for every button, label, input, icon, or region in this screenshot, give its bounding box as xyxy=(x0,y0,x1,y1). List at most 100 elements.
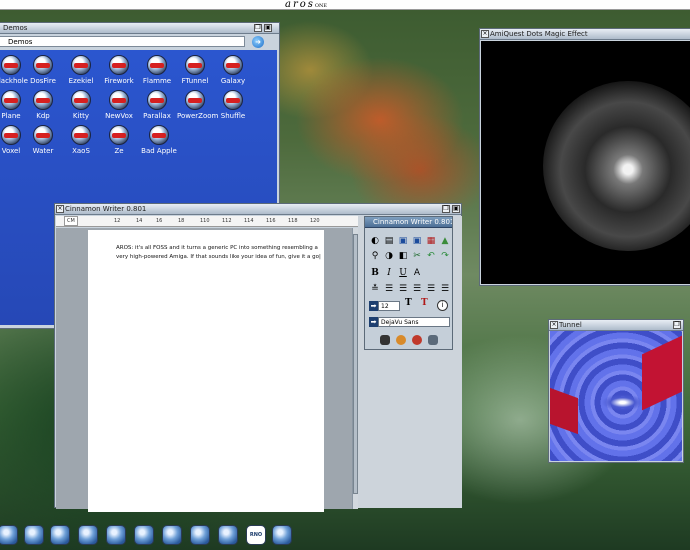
path-field[interactable]: Demos xyxy=(0,36,245,47)
disk-icon xyxy=(33,90,53,110)
demo-icon-xaos[interactable]: XaoS xyxy=(63,125,99,155)
rno-icon[interactable]: RNO xyxy=(246,525,266,545)
font-color-button[interactable]: A xyxy=(411,267,423,279)
new-document-icon[interactable]: ◐ xyxy=(369,235,381,247)
ruler-mark: 18 xyxy=(178,218,185,224)
demos-window-title: Demos xyxy=(3,24,28,32)
game-icon[interactable] xyxy=(190,525,210,545)
font-name-arrow-icon[interactable]: ➡ xyxy=(369,317,378,327)
disk-icon xyxy=(185,90,205,110)
copy-icon[interactable]: ◧ xyxy=(397,250,409,262)
effect-canvas xyxy=(481,41,690,284)
writer-toolbar-window[interactable]: Cinnamon Writer 0.801 ◐ ▤ ▣ ▣ ▦ ▲ ⚲ ◑ ◧ … xyxy=(364,216,453,350)
demo-icon-kdp[interactable]: Kdp xyxy=(25,90,61,120)
align-left-icon[interactable]: ☰ xyxy=(383,283,395,295)
shell-icon[interactable] xyxy=(50,525,70,545)
close-button[interactable]: × xyxy=(481,30,489,38)
close-button[interactable]: × xyxy=(550,321,558,329)
close-button[interactable]: × xyxy=(56,205,64,213)
disk-icon xyxy=(109,90,129,110)
abc-icon[interactable] xyxy=(428,335,438,345)
underline-button[interactable]: U xyxy=(397,267,409,279)
demos-window-titlebar[interactable]: Demos xyxy=(0,23,279,34)
indent-icon[interactable]: ☰ xyxy=(439,283,451,295)
bold-button[interactable]: B xyxy=(369,267,381,279)
depth-button[interactable]: ❐ xyxy=(673,321,681,329)
effect-window-titlebar[interactable]: AmiQuest Dots Magic Effect xyxy=(480,29,690,40)
disk-icon xyxy=(1,90,21,110)
italic-button[interactable]: I xyxy=(383,267,395,279)
justify-icon[interactable]: ☰ xyxy=(425,283,437,295)
font-size-arrow-icon[interactable]: ➡ xyxy=(369,301,378,311)
save-as-icon[interactable]: ▣ xyxy=(411,235,423,247)
search-icon[interactable]: ⚲ xyxy=(369,250,381,262)
disk-icon xyxy=(1,125,21,145)
drive-icon[interactable] xyxy=(0,525,18,545)
tunnel-window-titlebar[interactable]: Tunnel xyxy=(549,320,683,331)
paste-icon[interactable]: ◑ xyxy=(383,250,395,262)
disk-icon xyxy=(71,55,91,75)
info-icon[interactable]: i xyxy=(437,300,448,311)
dots-effect-window[interactable]: AmiQuest Dots Magic Effect × xyxy=(479,28,690,286)
document-text[interactable]: AROS: it's all FOSS and it turns a gener… xyxy=(116,244,321,262)
font-size-field[interactable]: 12 xyxy=(378,301,400,311)
demo-icon-powerzoom[interactable]: PowerZoom xyxy=(177,90,218,120)
spellcheck-icon[interactable] xyxy=(380,335,390,345)
ruler-mark: 116 xyxy=(266,218,276,224)
writer-window-titlebar[interactable]: Cinnamon Writer 0.801 xyxy=(55,204,461,215)
link-icon[interactable] xyxy=(412,335,422,345)
go-arrow-icon[interactable]: ➜ xyxy=(252,36,264,48)
demo-icon-parallax[interactable]: Parallax xyxy=(139,90,175,120)
align-right-icon[interactable]: ☰ xyxy=(411,283,423,295)
demo-icon-galaxy[interactable]: Galaxy xyxy=(215,55,251,85)
print-icon[interactable]: ▤ xyxy=(383,235,395,247)
export-icon[interactable]: ▦ xyxy=(425,235,437,247)
dots-sphere xyxy=(543,81,690,251)
text-size-icon[interactable]: T xyxy=(405,298,412,308)
image-icon[interactable]: ▲ xyxy=(439,235,451,247)
writer-window-title: Cinnamon Writer 0.801 xyxy=(65,205,147,213)
demo-icon-water[interactable]: Water xyxy=(25,125,61,155)
undo-icon[interactable]: ↶ xyxy=(425,250,437,262)
demo-icon-flamme[interactable]: Flamme xyxy=(139,55,175,85)
demo-icon-bad-apple[interactable]: Bad Apple xyxy=(139,125,179,155)
wanderer-icon[interactable] xyxy=(24,525,44,545)
disk-icon xyxy=(223,90,243,110)
tunnel-red-stripe xyxy=(550,387,578,435)
demo-icon-kitty[interactable]: Kitty xyxy=(63,90,99,120)
cut-icon[interactable]: ✂ xyxy=(411,250,423,262)
settings-icon[interactable] xyxy=(162,525,182,545)
prefs-icon[interactable] xyxy=(272,525,292,545)
superscript-icon[interactable]: ≛ xyxy=(369,283,381,295)
align-tools-row: ≛ ☰ ☰ ☰ ☰ ☰ xyxy=(369,283,451,295)
demo-icon-firework[interactable]: Firework xyxy=(101,55,137,85)
text-color-icon[interactable]: T xyxy=(421,298,428,308)
align-center-icon[interactable]: ☰ xyxy=(397,283,409,295)
depth-button[interactable]: ❐ xyxy=(442,205,450,213)
demo-icon-shuffle[interactable]: Shuffle xyxy=(215,90,251,120)
demo-icon-ze[interactable]: Ze xyxy=(101,125,137,155)
disk-icon xyxy=(1,55,21,75)
network-icon[interactable] xyxy=(218,525,238,545)
document-page[interactable]: AROS: it's all FOSS and it turns a gener… xyxy=(88,230,324,512)
tunnel-window-title: Tunnel xyxy=(559,321,582,329)
zoom-button[interactable]: ▣ xyxy=(264,24,272,32)
info-icon[interactable] xyxy=(134,525,154,545)
depth-button[interactable]: ❐ xyxy=(254,24,262,32)
file-tools-row: ◐ ▤ ▣ ▣ ▦ ▲ xyxy=(369,235,451,247)
demo-icon-ftunnel[interactable]: FTunnel xyxy=(177,55,213,85)
redo-icon[interactable]: ↷ xyxy=(439,250,451,262)
toolbar-titlebar[interactable]: Cinnamon Writer 0.801 xyxy=(365,217,452,228)
demo-icon-ezekiel[interactable]: Ezekiel xyxy=(63,55,99,85)
tools-icon[interactable] xyxy=(106,525,126,545)
font-name-field[interactable]: DejaVu Sans xyxy=(378,317,450,327)
demo-icon-dosfire[interactable]: DosFire xyxy=(25,55,61,85)
demo-icon-newvox[interactable]: NewVox xyxy=(101,90,137,120)
palette-icon[interactable] xyxy=(396,335,406,345)
save-icon[interactable]: ▣ xyxy=(397,235,409,247)
tunnel-window[interactable]: Tunnel × ❐ xyxy=(548,319,684,463)
ruler-unit: CM xyxy=(64,216,78,226)
ruler[interactable]: CM 12 14 16 18 110 112 114 116 118 120 xyxy=(56,216,408,227)
zoom-button[interactable]: ▣ xyxy=(452,205,460,213)
mail-icon[interactable] xyxy=(78,525,98,545)
